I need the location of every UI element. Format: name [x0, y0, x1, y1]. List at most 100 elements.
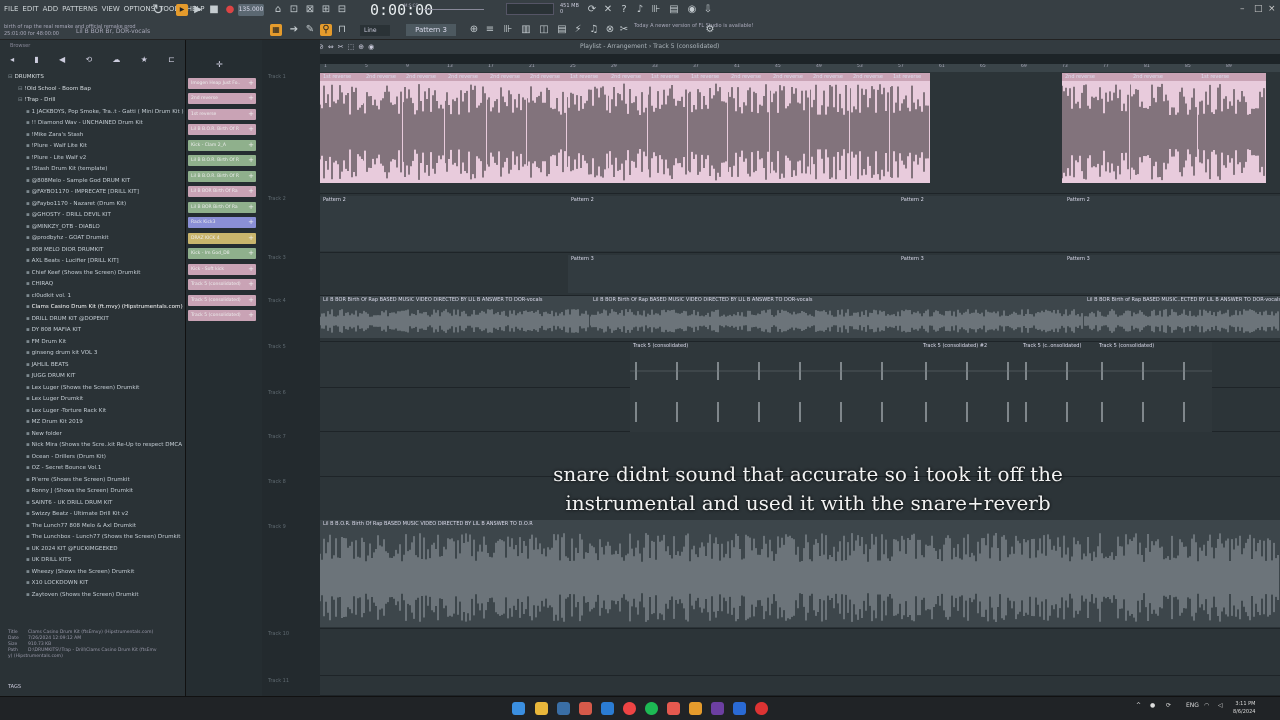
add-icon[interactable]: +	[248, 279, 254, 290]
mic-icon[interactable]: ♪	[634, 4, 646, 16]
browser-item[interactable]: ▪ 808 MELO DIOR DRUMKIT	[0, 245, 185, 257]
picker-item[interactable]: Track 5 (consolidated) +	[188, 279, 256, 290]
pat-song-toggle[interactable]: ▶	[176, 4, 188, 16]
chat-icon[interactable]: ◉	[686, 4, 698, 16]
browser-item[interactable]: ▪ Lex Luger -Torture Rack Kit	[0, 406, 185, 418]
browser-icon[interactable]: ≡	[484, 24, 496, 36]
audio-clip[interactable]: 2nd reverse	[487, 73, 527, 183]
browser-item[interactable]: ▪ AXL Beats - Lucifier [DRILL KIT]	[0, 256, 185, 268]
picker-item[interactable]: Lil B B.O.R. Birth Of R +	[188, 124, 256, 135]
snap-select[interactable]: Line	[360, 25, 390, 36]
picker-item[interactable]: Imogen Heap Just Fo.. +	[188, 78, 256, 89]
browser-item[interactable]: ▪ @GHOSTY - DRILL DEVIL KIT	[0, 210, 185, 222]
audio-clip[interactable]: 2nd reverse	[363, 73, 403, 183]
metronome-icon[interactable]: ⌂	[272, 4, 284, 16]
browser-item[interactable]: ▪ Zaytoven (Shows the Screen) Drumkit	[0, 590, 185, 602]
picker-item[interactable]: Lil B B.O.R. Birth Of R +	[188, 155, 256, 166]
settings-icon[interactable]: ⚙	[704, 24, 716, 36]
track-name[interactable]: Track 5	[268, 344, 286, 350]
browser-item[interactable]: ▪ DRILL DRUM KIT @DOPEKIT	[0, 314, 185, 326]
pattern-clip[interactable]: Pattern 2	[1064, 196, 1280, 251]
audio-clip[interactable]: 1st reverse	[320, 73, 363, 183]
track-name[interactable]: Track 11	[268, 678, 289, 684]
tray-sync-icon[interactable]: ⟳	[1166, 702, 1171, 709]
audio-clip[interactable]: 2nd reverse	[608, 73, 648, 183]
piano-roll-icon[interactable]: ▥	[520, 24, 532, 36]
tool-icon[interactable]: ✕	[602, 4, 614, 16]
record-audio-icon[interactable]: ⊗	[604, 24, 616, 36]
maximize-icon[interactable]: □	[1254, 4, 1263, 14]
add-pattern-icon[interactable]: ⊕	[468, 24, 480, 36]
fl-studio-icon[interactable]	[689, 702, 702, 715]
menu-item[interactable]: EDIT	[22, 5, 38, 13]
menu-item[interactable]: VIEW	[102, 5, 120, 13]
playlist-view-icon[interactable]: ▤	[556, 24, 568, 36]
browser-item[interactable]: ▪ @prodbyhz - GOAT Drumkit	[0, 233, 185, 245]
wait-icon[interactable]: ⊡	[288, 4, 300, 16]
pattern-clip[interactable]: Pattern 3	[568, 255, 898, 293]
audio-clip[interactable]: 2nd reverse	[728, 73, 770, 183]
tray-chevron-icon[interactable]: ^	[1136, 702, 1141, 709]
add-icon[interactable]: +	[248, 78, 254, 89]
add-icon[interactable]: +	[248, 310, 254, 321]
audio-clip[interactable]: Track 5 (consolidated) #2	[920, 342, 1020, 432]
stem-icon[interactable]: ♫	[588, 24, 600, 36]
browser-item[interactable]: ▪ Nick Mira (Shows the Scre..kit Re-Up t…	[0, 440, 185, 452]
track-name[interactable]: Track 2	[268, 196, 286, 202]
menu-item[interactable]: OPTIONS	[124, 5, 155, 13]
picker-item[interactable]: Kick - Soft kick +	[188, 264, 256, 275]
audio-clip[interactable]: Lil B BOR Birth Of Rap BASED MUSIC VIDEO…	[590, 296, 1084, 338]
pattern-clip[interactable]: Pattern 2	[320, 196, 568, 251]
browser-item[interactable]: ▪ Ocean - Drillers (Drum Kit)	[0, 452, 185, 464]
browser-item[interactable]: ▪ Wheezy (Shows the Screen) Drumkit	[0, 567, 185, 579]
spotify-icon[interactable]	[645, 702, 658, 715]
track-name[interactable]: Track 6	[268, 390, 286, 396]
audio-clip[interactable]: 2nd reverse	[1062, 73, 1130, 183]
browser-item[interactable]: ▪ !Plure - Lite Walf v2	[0, 153, 185, 165]
start-icon[interactable]	[512, 702, 525, 715]
picker-item[interactable]: Lil B BOR Birth Of Ra +	[188, 186, 256, 197]
add-icon[interactable]: +	[248, 155, 254, 166]
breadcrumb-current[interactable]: Track 5 (consolidated)	[653, 43, 719, 50]
browser-item[interactable]: ▪ New folder	[0, 429, 185, 441]
browser-item[interactable]: ▪ Swizzy Beatz - Ultimate Drill Kit v2	[0, 509, 185, 521]
file-icon[interactable]: ▮	[34, 55, 38, 64]
record-button[interactable]: ●	[224, 4, 236, 16]
browser-item[interactable]: ▪ OZ - Secret Bounce Vol.1	[0, 463, 185, 475]
browser-item[interactable]: ▪ MZ Drum Kit 2019	[0, 417, 185, 429]
select-icon[interactable]: ⬚	[348, 43, 355, 51]
audio-clip[interactable]: 2nd reverse	[1130, 73, 1198, 183]
track-name[interactable]: Track 10	[268, 631, 289, 637]
picker-item[interactable]: 1st reverse +	[188, 109, 256, 120]
add-icon[interactable]: +	[248, 248, 254, 259]
wifi-icon[interactable]: ◠	[1204, 702, 1209, 709]
chrome-icon[interactable]	[623, 702, 636, 715]
picker-item[interactable]: Kick - Clam 2_A +	[188, 140, 256, 151]
browser-item[interactable]: ▪ FM Drum Kit	[0, 337, 185, 349]
arrow-right-icon[interactable]: ➔	[288, 24, 300, 36]
audio-clip[interactable]: 2nd reverse	[527, 73, 567, 183]
menu-item[interactable]: PATTERNS	[62, 5, 97, 13]
steam-icon[interactable]	[557, 702, 570, 715]
timeline-ruler[interactable]: 1 5 9 13 17 21 25 29 33 37 41 45 49 53 57 61 65 69 73 77 81 8…	[320, 64, 1280, 72]
browser-item[interactable]: ▪ @Faybo1170 - Nazaret (Drum Kit)	[0, 199, 185, 211]
picker-item[interactable]: Lil B B.O.R. Birth Of R +	[188, 171, 256, 182]
help-icon[interactable]: ?	[618, 4, 630, 16]
system-clock[interactable]: 3:11 PM 8/6/2024	[1233, 700, 1255, 716]
countdown-icon[interactable]: ⊠	[304, 4, 316, 16]
slip-icon[interactable]: ⇔	[328, 43, 334, 51]
browser-item[interactable]: ▪ JAHLIL BEATS	[0, 360, 185, 372]
browser-item[interactable]: ▪ The Lunchbox - Lunch77 (Shows the Scre…	[0, 532, 185, 544]
menu-item[interactable]: ADD	[43, 5, 59, 13]
cpu-icon[interactable]: ⟳	[586, 4, 598, 16]
picker-item[interactable]: 2nd reverse +	[188, 93, 256, 104]
picker-item[interactable]: Track 5 (consolidated) +	[188, 295, 256, 306]
playlist-grid[interactable]: 1 5 9 13 17 21 25 29 33 37 41 45 49 53 57 61 65 69 73 77 81 8…	[320, 64, 1280, 696]
file-explorer-icon[interactable]	[535, 702, 548, 715]
play-button[interactable]: ▶	[192, 4, 204, 16]
add-icon[interactable]: +	[248, 264, 254, 275]
audio-clip[interactable]: 2nd reverse	[445, 73, 487, 183]
app-icon[interactable]	[667, 702, 680, 715]
browser-item[interactable]: ▪ cl0udkit vol. 1	[0, 291, 185, 303]
picker-item[interactable]: Kick - Im God_D8 +	[188, 248, 256, 259]
